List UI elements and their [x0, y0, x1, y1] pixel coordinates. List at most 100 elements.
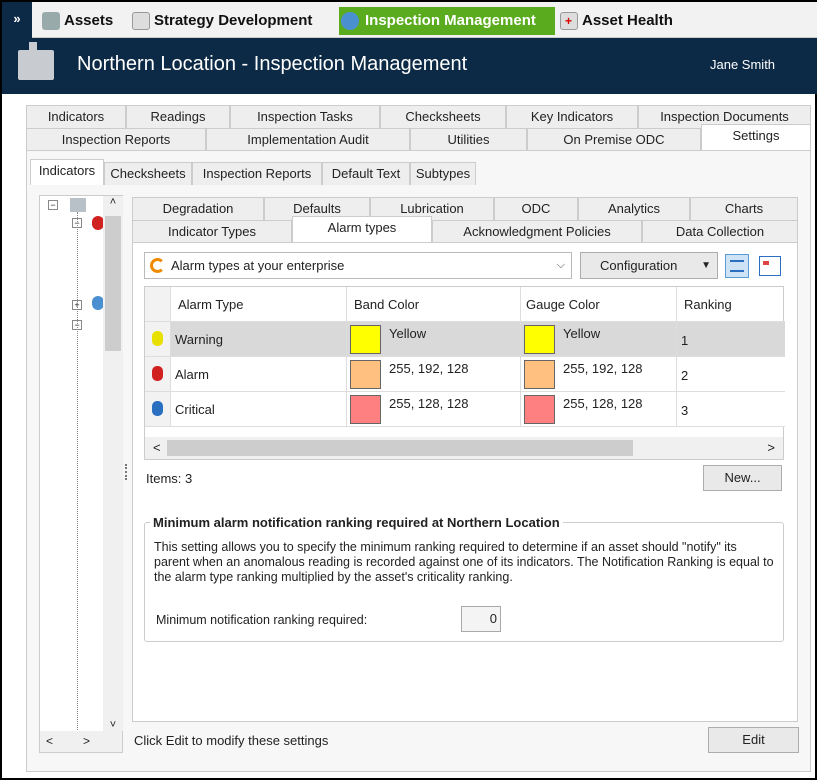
tab-indicators[interactable]: Indicators: [26, 105, 126, 128]
horizontal-scrollbar[interactable]: < >: [40, 731, 122, 752]
cell-gauge-color[interactable]: Yellow: [521, 322, 677, 357]
tab-on-premise-odc[interactable]: On Premise ODC: [527, 128, 701, 151]
list-view-icon[interactable]: [725, 254, 749, 278]
alarm-level-icon: [152, 366, 163, 381]
nav-label: Strategy Development: [154, 12, 313, 29]
settings-tab-subtypes[interactable]: Subtypes: [410, 162, 476, 185]
tab-indicator-types[interactable]: Indicator Types: [132, 220, 292, 243]
tab-readings[interactable]: Readings: [126, 105, 230, 128]
gauge-icon: [341, 12, 359, 30]
column-header-band-color[interactable]: Band Color: [347, 287, 521, 322]
tab-analytics[interactable]: Analytics: [578, 197, 690, 220]
tab-implementation-audit[interactable]: Implementation Audit: [206, 128, 410, 151]
row-header[interactable]: [145, 322, 171, 357]
indicator-tabs-row2: Indicator Types Alarm types Acknowledgme…: [132, 216, 798, 243]
document-icon: [132, 12, 150, 30]
settings-tab-default-text[interactable]: Default Text: [322, 162, 410, 185]
tab-data-collection[interactable]: Data Collection: [642, 220, 798, 243]
min-ranking-label: Minimum notification ranking required:: [156, 613, 368, 627]
app-nav-bar: » Assets Strategy Development Inspection…: [2, 2, 817, 38]
settings-tabs: Indicators Checksheets Inspection Report…: [30, 159, 476, 185]
cell-band-color[interactable]: 255, 128, 128: [347, 392, 521, 427]
indicator-tabs-row1: Degradation Defaults Lubrication ODC Ana…: [132, 197, 798, 220]
user-name[interactable]: Jane Smith: [710, 57, 775, 72]
cell-gauge-color[interactable]: 255, 192, 128: [521, 357, 677, 392]
scroll-thumb[interactable]: [105, 216, 121, 351]
detail-view-icon[interactable]: [759, 256, 781, 276]
cell-ranking[interactable]: 3: [677, 392, 785, 427]
cell-alarm-type[interactable]: Alarm: [171, 357, 347, 392]
row-header-corner: [145, 287, 171, 322]
horizontal-scrollbar[interactable]: < >: [145, 437, 783, 459]
tab-utilities[interactable]: Utilities: [410, 128, 527, 151]
nav-asset-health[interactable]: + Asset Health: [558, 7, 673, 35]
cell-alarm-type[interactable]: Warning: [171, 322, 347, 357]
cell-ranking[interactable]: 1: [677, 322, 785, 357]
scroll-thumb[interactable]: [167, 440, 633, 456]
gauge-color-swatch: [524, 395, 555, 424]
cell-band-color[interactable]: Yellow: [347, 322, 521, 357]
gauge-color-value: 255, 192, 128: [563, 361, 643, 376]
page-title: Northern Location - Inspection Managemen…: [77, 53, 468, 75]
collapse-icon[interactable]: −: [48, 200, 58, 210]
row-header[interactable]: [145, 392, 171, 427]
tab-alarm-types[interactable]: Alarm types: [292, 216, 432, 243]
indicator-tree[interactable]: − − + − ˄ ˅ < >: [39, 195, 123, 753]
cell-ranking[interactable]: 2: [677, 357, 785, 392]
band-color-value: Yellow: [389, 326, 427, 341]
items-count: Items: 3: [146, 471, 193, 486]
tab-checksheets[interactable]: Checksheets: [380, 105, 506, 128]
tab-odc[interactable]: ODC: [494, 197, 578, 220]
facility-icon: [18, 50, 54, 80]
cell-band-color[interactable]: 255, 192, 128: [347, 357, 521, 392]
edit-button[interactable]: Edit: [708, 727, 799, 753]
group-description: This setting allows you to specify the m…: [154, 540, 774, 584]
nav-label: Asset Health: [582, 12, 673, 29]
gauge-color-value: Yellow: [563, 326, 601, 341]
alarm-types-grid: Alarm Type Band Color Gauge Color Rankin…: [144, 286, 785, 460]
health-icon: +: [560, 12, 578, 30]
settings-tab-indicators[interactable]: Indicators: [30, 159, 104, 185]
enterprise-icon: [150, 258, 165, 273]
row-header[interactable]: [145, 357, 171, 392]
main-tabs-row2: Inspection Reports Implementation Audit …: [26, 124, 811, 151]
column-header-alarm-type[interactable]: Alarm Type: [171, 287, 347, 322]
scope-select[interactable]: Alarm types at your enterprise ⌵: [144, 252, 572, 279]
settings-tab-inspection-reports[interactable]: Inspection Reports: [192, 162, 322, 185]
alarm-level-icon: [152, 401, 163, 416]
alarm-level-icon: [152, 331, 163, 346]
tab-settings[interactable]: Settings: [701, 124, 811, 151]
nav-strategy-development[interactable]: Strategy Development: [130, 7, 312, 35]
tab-key-indicators[interactable]: Key Indicators: [506, 105, 638, 128]
band-color-swatch: [350, 325, 381, 354]
edit-hint: Click Edit to modify these settings: [134, 733, 329, 748]
configuration-button[interactable]: Configuration ▼: [580, 252, 718, 279]
column-header-gauge-color[interactable]: Gauge Color: [521, 287, 677, 322]
nav-inspection-management[interactable]: Inspection Management: [339, 7, 555, 35]
tab-inspection-reports[interactable]: Inspection Reports: [26, 128, 206, 151]
settings-tab-checksheets[interactable]: Checksheets: [104, 162, 192, 185]
cell-gauge-color[interactable]: 255, 128, 128: [521, 392, 677, 427]
tree-line: [77, 212, 78, 732]
main-tabs-row1: Indicators Readings Inspection Tasks Che…: [26, 105, 811, 128]
min-ranking-field[interactable]: 0: [461, 606, 501, 632]
vertical-scrollbar[interactable]: ˄ ˅: [103, 196, 123, 731]
nav-label: Inspection Management: [365, 12, 536, 29]
new-button[interactable]: New...: [703, 465, 782, 491]
expand-chevron-icon[interactable]: »: [2, 2, 32, 38]
tab-charts[interactable]: Charts: [690, 197, 798, 220]
gears-icon: [42, 12, 60, 30]
chevron-down-icon: ⌵: [556, 259, 565, 271]
configuration-label: Configuration: [600, 258, 678, 273]
band-color-swatch: [350, 360, 381, 389]
tab-degradation[interactable]: Degradation: [132, 197, 264, 220]
tab-acknowledgment-policies[interactable]: Acknowledgment Policies: [432, 220, 642, 243]
splitter-handle[interactable]: [125, 464, 128, 480]
band-color-swatch: [350, 395, 381, 424]
column-header-ranking[interactable]: Ranking: [677, 287, 785, 322]
tab-inspection-tasks[interactable]: Inspection Tasks: [230, 105, 380, 128]
nav-assets[interactable]: Assets: [40, 7, 113, 35]
gauge-color-swatch: [524, 360, 555, 389]
cell-alarm-type[interactable]: Critical: [171, 392, 347, 427]
page-header: Northern Location - Inspection Managemen…: [2, 38, 817, 94]
